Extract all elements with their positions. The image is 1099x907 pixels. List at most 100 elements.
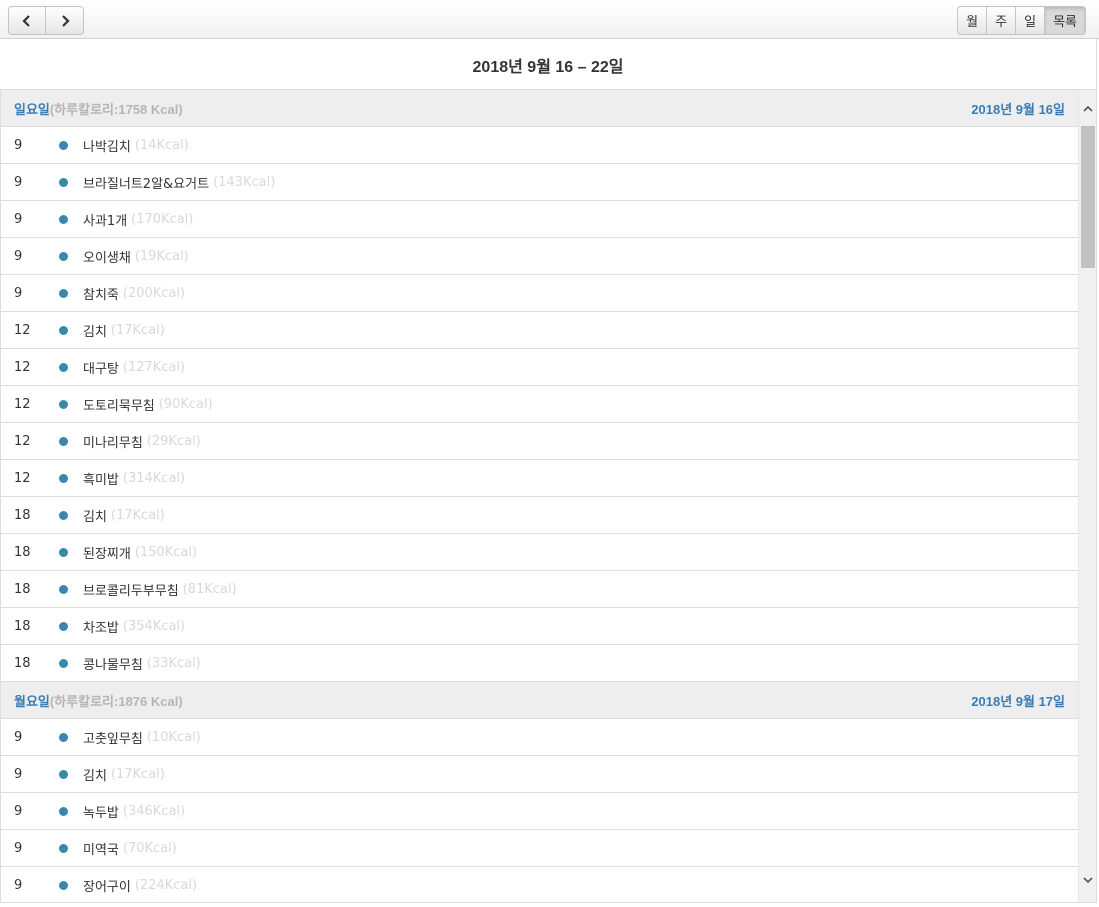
chevron-left-icon xyxy=(22,14,30,27)
day-date-link[interactable]: 2018년 9월 16일 xyxy=(971,99,1065,118)
list-item[interactable]: 12 도토리묵무침 (90Kcal) xyxy=(1,386,1079,423)
event-kcal: (10Kcal) xyxy=(146,729,201,745)
day-calories: (하루칼로리:1758 Kcal) xyxy=(49,101,183,117)
list-item[interactable]: 18 된장찌개 (150Kcal) xyxy=(1,534,1079,571)
event-title: 대구탕 xyxy=(83,361,119,377)
day-date-link[interactable]: 2018년 9월 17일 xyxy=(971,691,1065,710)
list-item[interactable]: 9 김치 (17Kcal) xyxy=(1,756,1079,793)
scrollbar-thumb[interactable] xyxy=(1081,126,1095,268)
calendar-toolbar: 월 주 일 목록 xyxy=(0,0,1099,39)
event-title: 미나리무침 xyxy=(83,435,143,451)
view-button[interactable]: 일 xyxy=(1016,6,1046,35)
list-item[interactable]: 9 미역국 (70Kcal) xyxy=(1,830,1079,867)
event-time: 9 xyxy=(14,729,23,745)
event-dot-icon xyxy=(58,510,68,520)
vertical-scrollbar[interactable] xyxy=(1078,90,1096,902)
event-dot-icon xyxy=(58,140,68,150)
event-dot-cell xyxy=(45,880,81,890)
event-dot-icon xyxy=(58,584,68,594)
event-title: 된장찌개 xyxy=(83,546,131,562)
event-title: 미역국 xyxy=(83,842,119,858)
view-button[interactable]: 월 xyxy=(957,6,988,35)
event-title: 김치 xyxy=(83,324,107,340)
scroll-down-icon[interactable] xyxy=(1079,871,1096,889)
chevron-right-icon xyxy=(61,14,70,27)
list-item[interactable]: 9 오이생채 (19Kcal) xyxy=(1,238,1079,275)
list-item[interactable]: 18 브로콜리두부무침 (81Kcal) xyxy=(1,571,1079,608)
list-item[interactable]: 12 미나리무침 (29Kcal) xyxy=(1,423,1079,460)
event-kcal: (127Kcal) xyxy=(122,359,186,375)
list-item[interactable]: 18 콩나물무침 (33Kcal) xyxy=(1,645,1079,682)
event-kcal: (354Kcal) xyxy=(122,618,186,634)
event-dot-cell xyxy=(45,177,81,187)
day-title[interactable]: 월요일(하루칼로리:1876 Kcal) xyxy=(14,691,183,710)
event-dot-icon xyxy=(58,732,68,742)
event-title: 김치 xyxy=(83,509,107,525)
event-time: 12 xyxy=(14,396,31,412)
event-title: 녹두밥 xyxy=(83,805,119,821)
event-time: 9 xyxy=(14,174,23,190)
list-item[interactable]: 9 장어구이 (224Kcal) xyxy=(1,867,1079,902)
view-button[interactable]: 목록 xyxy=(1045,6,1086,35)
event-title: 김치 xyxy=(83,768,107,784)
event-dot-cell xyxy=(45,436,81,446)
event-dot-icon xyxy=(58,806,68,816)
event-dot-cell xyxy=(45,732,81,742)
prev-button[interactable] xyxy=(8,6,46,35)
event-dot-icon xyxy=(58,214,68,224)
scroll-up-icon[interactable] xyxy=(1079,100,1096,118)
list-item[interactable]: 12 대구탕 (127Kcal) xyxy=(1,349,1079,386)
list-item[interactable]: 9 브라질너트2알&요거트 (143Kcal) xyxy=(1,164,1079,201)
event-kcal: (17Kcal) xyxy=(110,766,165,782)
event-time: 12 xyxy=(14,322,31,338)
list-item[interactable]: 9 나박김치 (14Kcal) xyxy=(1,127,1079,164)
event-dot-icon xyxy=(58,399,68,409)
event-dot-cell xyxy=(45,584,81,594)
nav-button-group xyxy=(8,6,84,35)
list-item[interactable]: 12 김치 (17Kcal) xyxy=(1,312,1079,349)
list-item[interactable]: 18 차조밥 (354Kcal) xyxy=(1,608,1079,645)
list-item[interactable]: 9 고춧잎무침 (10Kcal) xyxy=(1,719,1079,756)
event-title: 차조밥 xyxy=(83,620,119,636)
event-title: 참치죽 xyxy=(83,287,119,303)
event-title: 브라질너트2알&요거트 xyxy=(83,176,210,192)
next-button[interactable] xyxy=(46,6,84,35)
event-dot-cell xyxy=(45,843,81,853)
event-title: 사과1개 xyxy=(83,213,128,229)
list-item[interactable]: 12 흑미밥 (314Kcal) xyxy=(1,460,1079,497)
event-time: 18 xyxy=(14,507,31,523)
view-button[interactable]: 주 xyxy=(987,6,1017,35)
event-dot-icon xyxy=(58,658,68,668)
event-time: 18 xyxy=(14,618,31,634)
list-item[interactable]: 9 사과1개 (170Kcal) xyxy=(1,201,1079,238)
event-dot-icon xyxy=(58,362,68,372)
list-item[interactable]: 9 참치죽 (200Kcal) xyxy=(1,275,1079,312)
event-kcal: (17Kcal) xyxy=(110,322,165,338)
list-item[interactable]: 18 김치 (17Kcal) xyxy=(1,497,1079,534)
event-dot-icon xyxy=(58,177,68,187)
event-dot-icon xyxy=(58,769,68,779)
event-kcal: (170Kcal) xyxy=(131,211,194,227)
event-dot-icon xyxy=(58,436,68,446)
event-dot-cell xyxy=(45,510,81,520)
event-kcal: (14Kcal) xyxy=(134,137,189,153)
event-dot-cell xyxy=(45,806,81,816)
day-title[interactable]: 일요일(하루칼로리:1758 Kcal) xyxy=(14,99,183,118)
event-kcal: (17Kcal) xyxy=(110,507,165,523)
day-name: 일요일 xyxy=(14,101,50,117)
event-dot-icon xyxy=(58,843,68,853)
date-range-header: 2018년 9월 16 – 22일 xyxy=(0,39,1097,90)
event-title: 콩나물무침 xyxy=(83,657,143,673)
event-title: 도토리묵무침 xyxy=(83,398,155,414)
event-dot-cell xyxy=(45,547,81,557)
event-dot-icon xyxy=(58,325,68,335)
event-dot-cell xyxy=(45,288,81,298)
event-dot-cell xyxy=(45,362,81,372)
event-dot-icon xyxy=(58,880,68,890)
event-kcal: (346Kcal) xyxy=(122,803,186,819)
event-list[interactable]: 일요일(하루칼로리:1758 Kcal) 2018년 9월 16일 9 나박김치 (14… xyxy=(0,89,1097,903)
event-kcal: (150Kcal) xyxy=(134,544,198,560)
list-item[interactable]: 9 녹두밥 (346Kcal) xyxy=(1,793,1079,830)
event-time: 9 xyxy=(14,211,23,227)
event-dot-cell xyxy=(45,214,81,224)
